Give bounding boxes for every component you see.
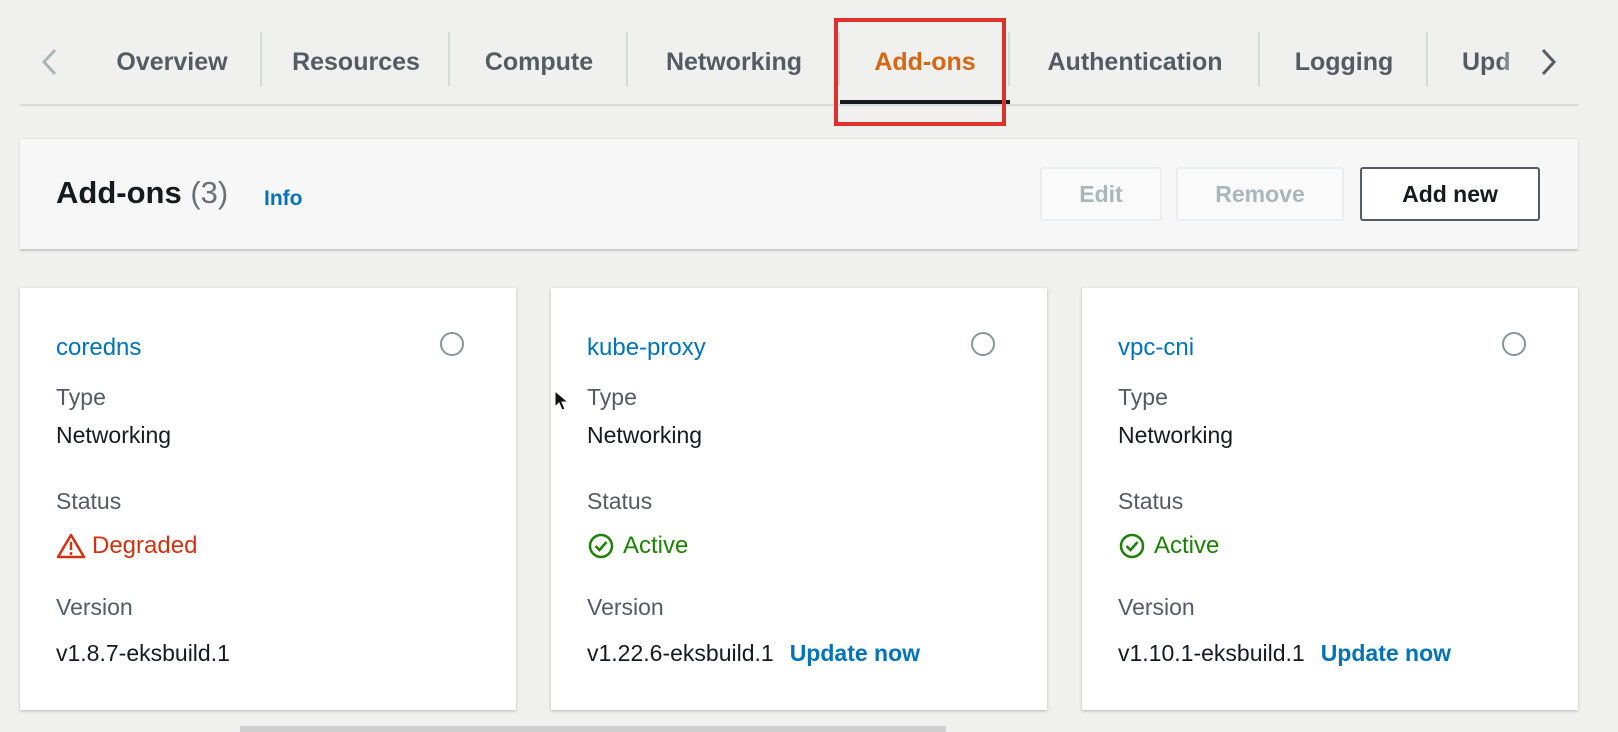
check-circle-icon [588, 533, 614, 559]
addon-select-radio[interactable] [440, 332, 464, 356]
horizontal-scrollbar[interactable] [240, 726, 946, 732]
addon-name-link[interactable]: kube-proxy [587, 334, 706, 362]
type-value: Networking [56, 422, 172, 448]
version-value: v1.22.6-eksbuild.1 [587, 640, 774, 666]
addon-card-vpc-cni: vpc-cni Type Networking Status Active Ve… [1082, 288, 1578, 710]
type-label: Type [56, 384, 106, 410]
page-title: Add-ons (3) [56, 175, 229, 210]
addon-select-radio[interactable] [971, 332, 995, 356]
addon-name-link[interactable]: coredns [56, 334, 141, 362]
tab-label: Logging [1294, 47, 1394, 76]
tab-label: Authentication [1047, 47, 1223, 76]
type-value: Networking [1118, 422, 1234, 448]
add-ons-tab-highlight-box [834, 18, 1006, 126]
addon-card-coredns: coredns Type Networking Status Degraded … [20, 288, 516, 710]
add-new-button[interactable]: Add new [1360, 167, 1540, 221]
status-badge: Active [1118, 532, 1219, 560]
tabs: Overview Resources Compute Networking Ad… [82, 18, 1528, 106]
tab-compute[interactable]: Compute [450, 18, 628, 106]
tabs-scroll-left-button[interactable] [32, 44, 68, 80]
status-label: Status [587, 488, 653, 514]
check-circle-icon [1119, 533, 1145, 559]
type-label: Type [1118, 384, 1168, 410]
info-link[interactable]: Info [264, 187, 302, 211]
mouse-pointer-icon [554, 390, 570, 411]
tab-resources[interactable]: Resources [262, 18, 450, 106]
tab-logging[interactable]: Logging [1260, 18, 1428, 106]
version-row: v1.22.6-eksbuild.1 Update now [587, 640, 920, 667]
addon-name-link[interactable]: vpc-cni [1118, 334, 1194, 362]
remove-button[interactable]: Remove [1176, 167, 1344, 221]
update-now-link[interactable]: Update now [790, 640, 920, 667]
addon-select-radio[interactable] [1502, 332, 1526, 356]
tab-authentication[interactable]: Authentication [1010, 18, 1260, 106]
update-now-link[interactable]: Update now [1321, 640, 1451, 667]
edit-button[interactable]: Edit [1040, 167, 1162, 221]
tab-bar: Overview Resources Compute Networking Ad… [20, 18, 1578, 106]
version-label: Version [56, 594, 133, 620]
status-label: Status [1118, 488, 1184, 514]
tab-label: Overview [116, 47, 228, 76]
chevron-right-icon [1541, 48, 1557, 76]
addon-card-kube-proxy: kube-proxy Type Networking Status Active… [551, 288, 1047, 710]
tabs-viewport: Overview Resources Compute Networking Ad… [82, 18, 1528, 106]
tab-label: Compute [484, 47, 594, 76]
version-value: v1.8.7-eksbuild.1 [56, 640, 230, 666]
tab-label: Networking [665, 47, 803, 76]
type-label: Type [587, 384, 637, 410]
add-ons-header: Add-ons (3) Info Edit Remove Add new [20, 138, 1578, 249]
tab-overview[interactable]: Overview [82, 18, 262, 106]
tab-networking[interactable]: Networking [628, 18, 840, 106]
version-row: v1.8.7-eksbuild.1 [56, 640, 230, 667]
version-row: v1.10.1-eksbuild.1 Update now [1118, 640, 1451, 667]
status-text: Active [1154, 532, 1220, 559]
add-ons-count: (3) [190, 175, 229, 210]
status-text: Active [623, 532, 689, 559]
status-badge: Degraded [56, 532, 197, 560]
type-value: Networking [587, 422, 703, 448]
version-value: v1.10.1-eksbuild.1 [1118, 640, 1305, 666]
warning-icon [56, 533, 86, 559]
version-label: Version [1118, 594, 1195, 620]
tabs-divider [20, 104, 1578, 106]
version-label: Version [587, 594, 664, 620]
tab-label: Resources [292, 47, 420, 76]
status-label: Status [56, 488, 122, 514]
status-badge: Active [587, 532, 688, 560]
tabs-scroll-right-button[interactable] [1530, 44, 1566, 80]
status-text: Degraded [92, 532, 198, 559]
chevron-left-icon [41, 48, 57, 76]
